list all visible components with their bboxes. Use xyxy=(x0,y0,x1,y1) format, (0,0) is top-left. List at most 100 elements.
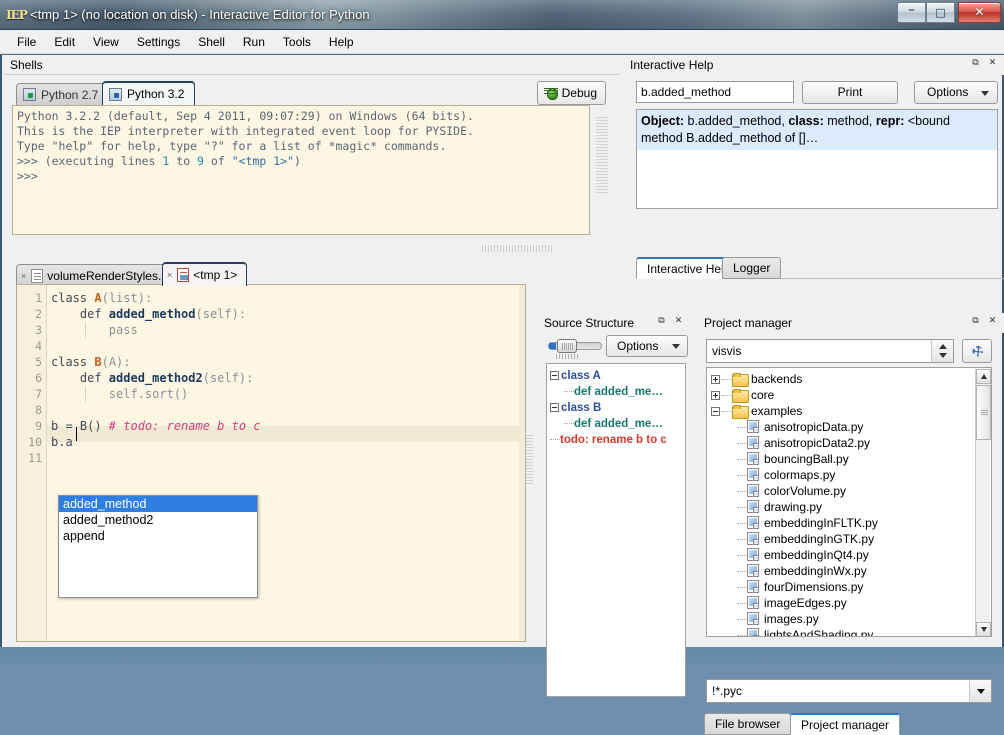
tree-connector xyxy=(564,423,574,424)
vertical-splitter[interactable] xyxy=(526,435,533,485)
source-structure-row[interactable]: todo: rename b to c xyxy=(547,432,685,448)
editor-tab-volumerenderstyles-py[interactable]: ×volumeRenderStyles.py xyxy=(16,264,184,286)
file-row[interactable]: bouncingBall.py xyxy=(707,451,991,467)
tree-connector xyxy=(737,635,747,636)
pm-tab-project-manager[interactable]: Project manager xyxy=(790,713,900,735)
python-file-icon xyxy=(747,500,759,513)
editor-tab--tmp-1-[interactable]: ×<tmp 1> xyxy=(162,262,247,286)
folder-label: core xyxy=(751,388,774,402)
file-filter-combo[interactable]: !*.pyc xyxy=(706,679,992,703)
help-result-text: Object: b.added_method, class: method, r… xyxy=(637,110,997,150)
shell-tab-python-3-2[interactable]: Python 3.2 xyxy=(102,81,195,105)
code-token: (A): xyxy=(102,355,131,369)
detail-level-slider[interactable] xyxy=(548,339,602,353)
menu-item-edit[interactable]: Edit xyxy=(45,32,84,52)
source-structure-label: class A xyxy=(561,370,601,382)
file-row[interactable]: embeddingInWx.py xyxy=(707,563,991,579)
source-structure-row[interactable]: class A xyxy=(547,368,685,384)
tree-connector xyxy=(737,539,747,540)
shell-tab-python-2-7[interactable]: Python 2.7 xyxy=(16,83,109,105)
horizontal-splitter[interactable] xyxy=(482,245,552,252)
scroll-down-button[interactable] xyxy=(976,622,991,637)
file-row[interactable]: drawing.py xyxy=(707,499,991,515)
chevron-down-icon[interactable] xyxy=(969,680,991,702)
source-structure-row[interactable]: class B xyxy=(547,400,685,416)
help-tab-logger[interactable]: Logger xyxy=(722,257,781,279)
collapse-icon[interactable] xyxy=(550,403,559,412)
scroll-up-button[interactable] xyxy=(976,369,991,384)
file-row[interactable]: colorVolume.py xyxy=(707,483,991,499)
python-file-icon xyxy=(747,580,759,593)
project-file-tree[interactable]: backendscoreexamplesanisotropicData.pyan… xyxy=(706,367,992,637)
autocomplete-item[interactable]: append xyxy=(59,528,257,544)
collapse-icon[interactable] xyxy=(550,371,559,380)
expand-icon[interactable] xyxy=(711,375,720,384)
file-row[interactable]: images.py xyxy=(707,611,991,627)
close-icon[interactable]: ✕ xyxy=(672,315,685,328)
tree-connector xyxy=(722,411,732,412)
menu-item-shell[interactable]: Shell xyxy=(189,32,234,52)
shell-console[interactable]: Python 3.2.2 (default, Sep 4 2011, 09:07… xyxy=(12,105,590,235)
menu-item-run[interactable]: Run xyxy=(234,32,274,52)
source-structure-row[interactable]: def added_me… xyxy=(547,384,685,400)
line-number: 5 xyxy=(35,354,42,370)
console-line: Python 3.2.2 (default, Sep 4 2011, 09:07… xyxy=(17,109,585,124)
project-manager-panel: Project manager ⧉ ✕ visvis ⚒ xyxy=(698,313,1004,703)
file-row[interactable]: anisotropicData.py xyxy=(707,419,991,435)
close-icon: ✕ xyxy=(959,3,1000,22)
scrollbar-thumb[interactable] xyxy=(976,385,991,440)
maximize-button[interactable]: □ xyxy=(926,2,955,23)
project-select[interactable]: visvis xyxy=(706,339,954,363)
collapse-icon[interactable] xyxy=(711,407,720,416)
project-tree-scrollbar[interactable] xyxy=(975,369,990,637)
close-button[interactable]: ✕ xyxy=(958,2,1001,23)
file-row[interactable]: anisotropicData2.py xyxy=(707,435,991,451)
file-label: embeddingInWx.py xyxy=(764,564,867,578)
chevron-down-icon xyxy=(939,353,947,358)
folder-row[interactable]: core xyxy=(707,387,991,403)
close-icon[interactable]: × xyxy=(21,271,26,281)
file-row[interactable]: lightsAndShading.py xyxy=(707,627,991,637)
project-config-button[interactable]: ⚒ xyxy=(962,339,992,363)
expand-icon[interactable] xyxy=(711,391,720,400)
ss-dock-buttons: ⧉ ✕ xyxy=(655,315,685,328)
file-row[interactable]: imageEdges.py xyxy=(707,595,991,611)
autocomplete-popup[interactable]: added_methodadded_method2append xyxy=(58,495,258,598)
menu-item-file[interactable]: File xyxy=(8,32,45,52)
source-structure-tree[interactable]: class A def added_me…class Bdef added_me…… xyxy=(546,363,686,697)
float-icon[interactable]: ⧉ xyxy=(655,315,668,328)
close-icon[interactable]: ✕ xyxy=(986,315,999,328)
menu-item-settings[interactable]: Settings xyxy=(128,32,189,52)
source-structure-options-button[interactable]: Options xyxy=(606,335,688,357)
print-button[interactable]: Print xyxy=(802,81,898,104)
tree-connector xyxy=(737,443,747,444)
file-row[interactable]: embeddingInGTK.py xyxy=(707,531,991,547)
autocomplete-item[interactable]: added_method xyxy=(59,496,257,512)
source-structure-row[interactable]: def added_me… xyxy=(547,416,685,432)
folder-row[interactable]: backends xyxy=(707,371,991,387)
file-row[interactable]: embeddingInFLTK.py xyxy=(707,515,991,531)
autocomplete-item[interactable]: added_method2 xyxy=(59,512,257,528)
slider-knob[interactable] xyxy=(557,339,577,353)
menu-item-help[interactable]: Help xyxy=(320,32,363,52)
folder-row[interactable]: examples xyxy=(707,403,991,419)
tree-connector xyxy=(737,427,747,428)
minimize-button[interactable]: – xyxy=(897,2,926,23)
shell-splitter-handle[interactable] xyxy=(596,117,608,195)
menu-item-view[interactable]: View xyxy=(84,32,128,52)
debug-button[interactable]: Debug xyxy=(537,81,606,105)
help-options-button[interactable]: Options xyxy=(914,81,998,104)
file-row[interactable]: fourDimensions.py xyxy=(707,579,991,595)
close-icon[interactable]: × xyxy=(167,270,172,280)
tree-connector xyxy=(564,391,574,392)
close-icon[interactable]: ✕ xyxy=(986,57,999,70)
pm-tab-file-browser[interactable]: File browser xyxy=(704,713,791,735)
menu-item-tools[interactable]: Tools xyxy=(274,32,320,52)
file-row[interactable]: colormaps.py xyxy=(707,467,991,483)
file-row[interactable]: embeddingInQt4.py xyxy=(707,547,991,563)
float-icon[interactable]: ⧉ xyxy=(969,315,982,328)
help-search-input[interactable]: b.added_method xyxy=(636,81,794,103)
line-number-gutter: 1234567891011 xyxy=(17,285,47,641)
spinner-icon[interactable] xyxy=(931,340,953,362)
float-icon[interactable]: ⧉ xyxy=(969,57,982,70)
